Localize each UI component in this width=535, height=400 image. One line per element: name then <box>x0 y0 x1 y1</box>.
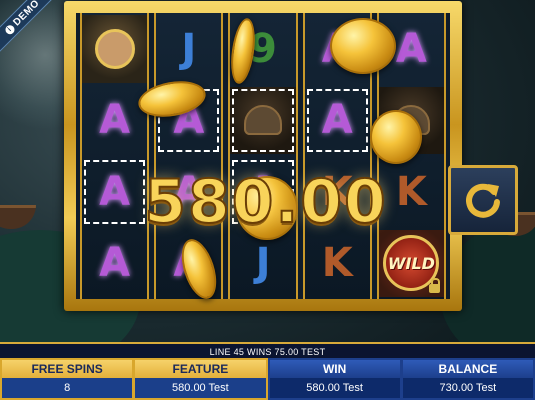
spin-button[interactable] <box>448 165 518 235</box>
reel-symbol <box>82 15 148 83</box>
refresh-icon <box>466 183 500 218</box>
win-label: WIN <box>269 360 400 378</box>
hud-bar: FREE SPINS 8 FEATURE 580.00 Test WIN 580… <box>0 358 535 400</box>
viking-icon <box>244 105 282 136</box>
hud-balance-group: WIN 580.00 Test BALANCE 730.00 Test <box>267 358 535 400</box>
feature-label: FEATURE <box>135 360 266 378</box>
longship <box>0 205 36 229</box>
info-icon: i <box>3 23 16 36</box>
reel-symbol: A <box>99 97 131 144</box>
win-value: 580.00 Test <box>269 378 400 398</box>
heroine-icon <box>94 28 135 69</box>
win-box: WIN 580.00 Test <box>269 360 400 398</box>
coin <box>330 18 396 74</box>
balance-label: BALANCE <box>402 360 533 378</box>
reel-symbol <box>230 86 296 154</box>
reel-1: AAA <box>80 13 150 299</box>
game-stage: i DEMO AAAJAAA9AJAAKKAKWILD 580.00 LINE … <box>0 0 535 400</box>
lock-icon <box>429 278 441 293</box>
reel-symbol: A <box>305 87 370 155</box>
hud-feature-group: FREE SPINS 8 FEATURE 580.00 Test <box>0 358 268 400</box>
balance-box: BALANCE 730.00 Test <box>402 360 533 398</box>
feature-box: FEATURE 580.00 Test <box>135 360 266 398</box>
free-spins-value: 8 <box>2 378 133 398</box>
balance-value: 730.00 Test <box>402 378 533 398</box>
feature-value: 580.00 Test <box>135 378 266 398</box>
free-spins-box: FREE SPINS 8 <box>2 360 133 398</box>
win-amount: 580.00 <box>143 166 388 238</box>
free-spins-label: FREE SPINS <box>2 360 133 378</box>
line-win-info: LINE 45 WINS 75.00 TEST <box>0 342 535 358</box>
coin <box>370 110 422 164</box>
reel-symbol: J <box>181 25 197 72</box>
